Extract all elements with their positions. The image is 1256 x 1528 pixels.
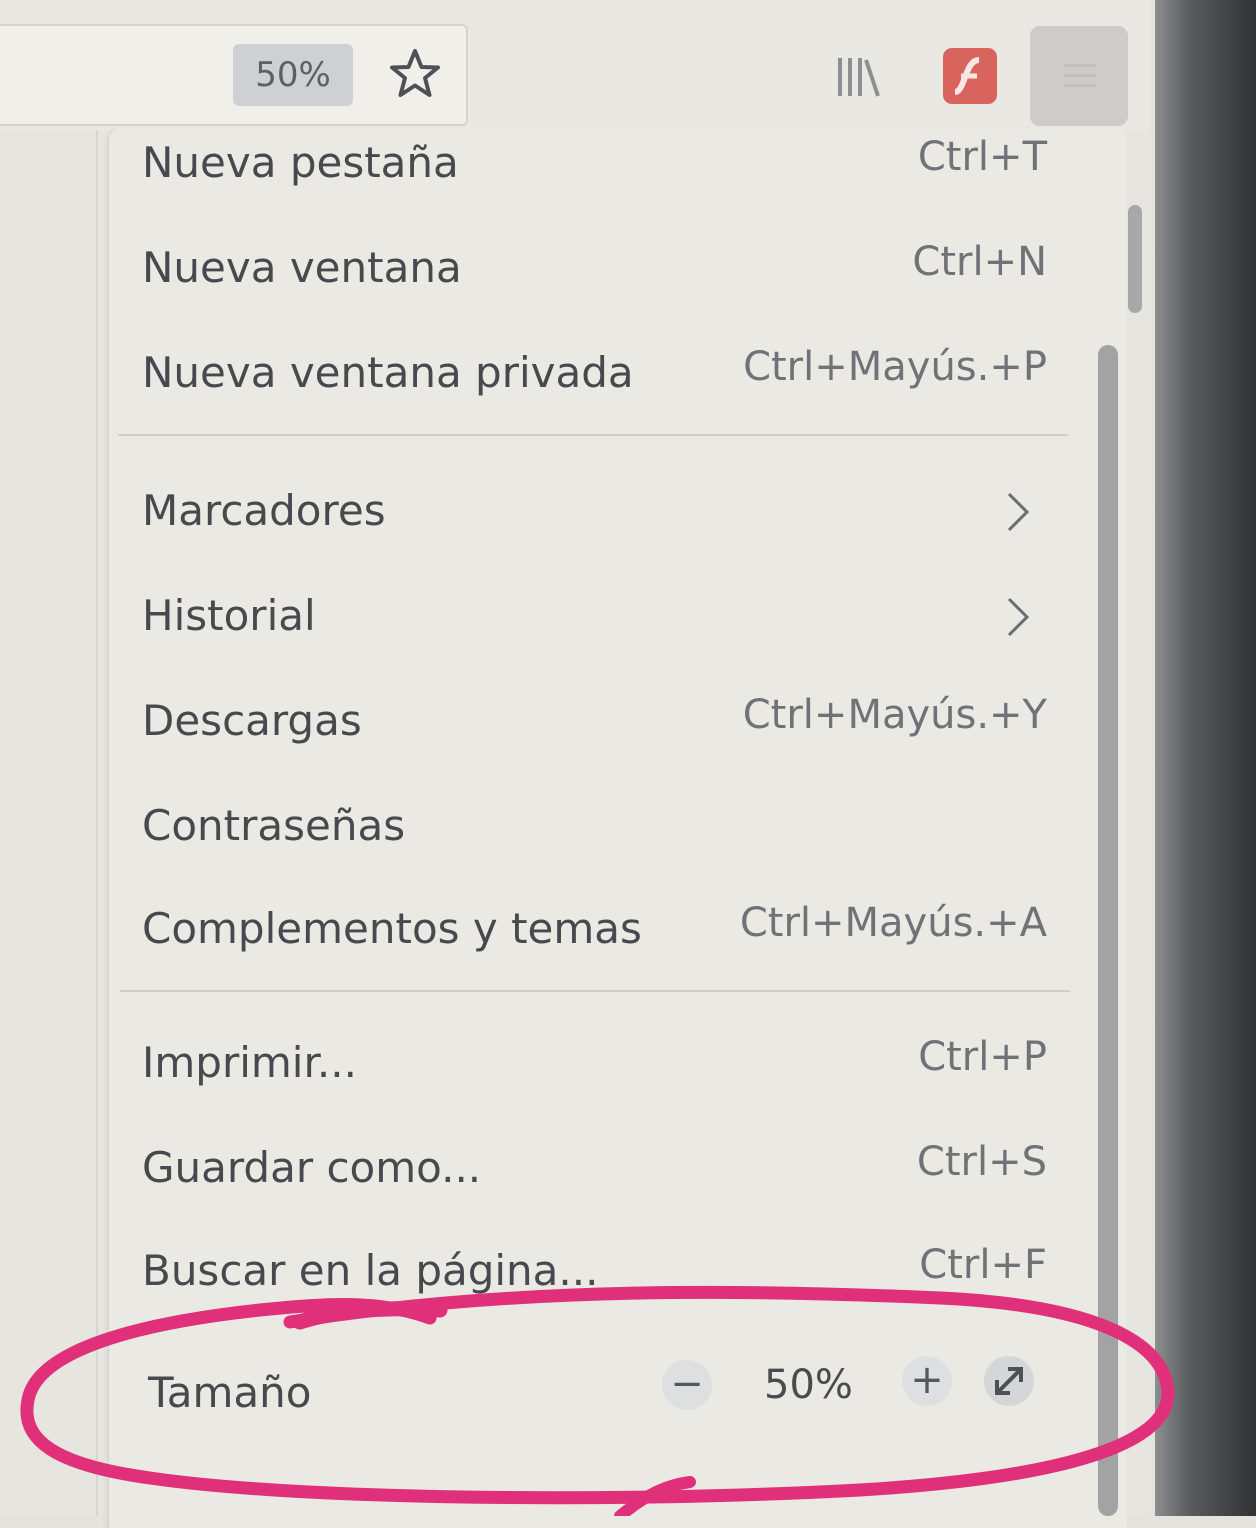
menu-separator — [120, 990, 1070, 992]
menu-item-label: Contraseñas — [142, 801, 406, 850]
menu-item-new-private-window[interactable]: Nueva ventana privada Ctrl+Mayús.+P — [142, 340, 1047, 420]
zoom-controls-row: Tamaño − 50% + — [142, 1340, 1047, 1430]
menu-item-label: Descargas — [142, 696, 362, 745]
menu-scrollbar[interactable] — [1098, 345, 1118, 1516]
menu-item-downloads[interactable]: Descargas Ctrl+Mayús.+Y — [142, 688, 1047, 768]
menu-item-label: Nueva ventana — [142, 243, 462, 292]
menu-item-save-as[interactable]: Guardar como... Ctrl+S — [142, 1135, 1047, 1215]
browser-toolbar: 50% — [0, 0, 1150, 130]
zoom-label: Tamaño — [148, 1368, 312, 1417]
menu-item-label: Imprimir... — [142, 1038, 357, 1087]
menu-item-print[interactable]: Imprimir... Ctrl+P — [142, 1030, 1047, 1110]
menu-item-passwords[interactable]: Contraseñas — [142, 793, 1047, 873]
fullscreen-icon — [995, 1367, 1023, 1395]
menu-item-label: Nueva pestaña — [142, 138, 459, 187]
screen-bezel — [1155, 0, 1256, 1516]
menu-item-shortcut: Ctrl+Mayús.+Y — [742, 692, 1047, 738]
menu-item-shortcut: Ctrl+Mayús.+A — [739, 900, 1047, 946]
zoom-level-badge[interactable]: 50% — [233, 44, 353, 106]
menu-icon[interactable] — [1030, 26, 1128, 126]
zoom-in-button[interactable]: + — [902, 1356, 952, 1406]
chevron-right-icon — [1007, 492, 1030, 532]
flash-icon[interactable] — [943, 48, 997, 104]
chevron-right-icon — [1007, 597, 1030, 637]
menu-item-label: Marcadores — [142, 486, 386, 535]
menu-item-shortcut: Ctrl+T — [917, 134, 1047, 180]
menu-item-history[interactable]: Historial — [142, 583, 1047, 663]
menu-item-addons-themes[interactable]: Complementos y temas Ctrl+Mayús.+A — [142, 896, 1047, 976]
menu-item-label: Historial — [142, 591, 316, 640]
menu-item-shortcut: Ctrl+Mayús.+P — [743, 344, 1047, 390]
library-icon[interactable] — [832, 52, 884, 102]
menu-item-shortcut: Ctrl+P — [918, 1034, 1047, 1080]
menu-item-shortcut: Ctrl+N — [912, 239, 1047, 285]
fullscreen-button[interactable] — [984, 1356, 1034, 1406]
zoom-reset-button[interactable]: 50% — [764, 1362, 853, 1408]
page-divider — [96, 130, 98, 1516]
menu-item-shortcut: Ctrl+F — [919, 1242, 1047, 1288]
menu-item-label: Buscar en la página... — [142, 1246, 599, 1295]
menu-item-find-in-page[interactable]: Buscar en la página... Ctrl+F — [142, 1238, 1047, 1318]
menu-item-new-tab[interactable]: Nueva pestaña Ctrl+T — [142, 130, 1047, 210]
menu-item-label: Complementos y temas — [142, 904, 642, 953]
menu-item-new-window[interactable]: Nueva ventana Ctrl+N — [142, 235, 1047, 315]
menu-separator — [118, 434, 1068, 436]
menu-item-label: Guardar como... — [142, 1143, 482, 1192]
zoom-out-button[interactable]: − — [662, 1360, 712, 1410]
star-icon[interactable] — [386, 46, 444, 104]
page-scrollbar[interactable] — [1128, 205, 1142, 313]
menu-item-bookmarks[interactable]: Marcadores — [142, 478, 1047, 558]
menu-item-label: Nueva ventana privada — [142, 348, 634, 397]
menu-item-shortcut: Ctrl+S — [916, 1139, 1047, 1185]
